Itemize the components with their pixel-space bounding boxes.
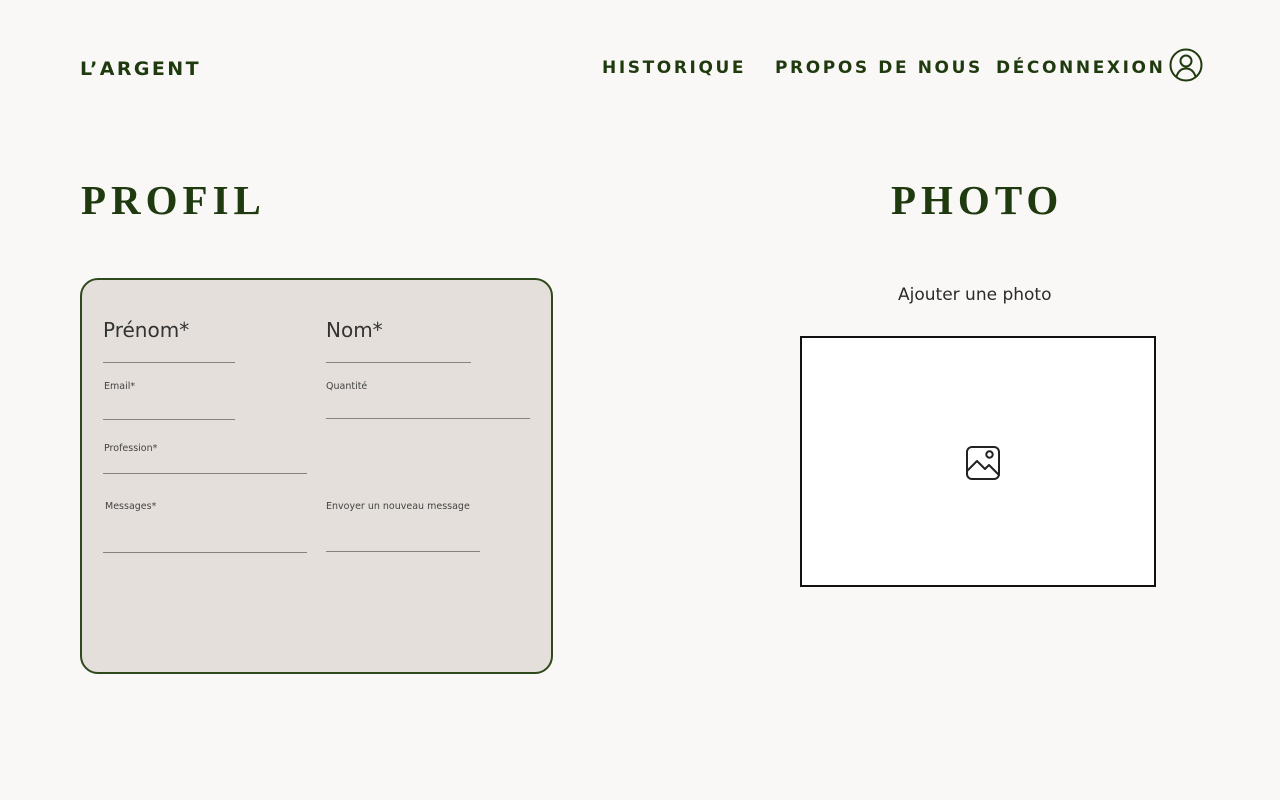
nav-link-deconnexion[interactable]: DÉCONNEXION xyxy=(996,58,1165,78)
new-message-field[interactable] xyxy=(326,551,480,552)
user-circle-icon xyxy=(1169,48,1203,82)
messages-field[interactable] xyxy=(103,552,307,553)
email-label: Email* xyxy=(104,381,136,392)
last-name-field[interactable] xyxy=(326,362,471,363)
nav-link-historique[interactable]: HISTORIQUE xyxy=(602,58,746,78)
profession-label: Profession* xyxy=(104,443,158,454)
add-photo-caption: Ajouter une photo xyxy=(898,285,1052,305)
brand-logo[interactable]: L’ARGENT xyxy=(80,58,201,80)
photo-title: PHOTO xyxy=(891,177,1064,223)
messages-label: Messages* xyxy=(105,501,157,512)
last-name-label: Nom* xyxy=(326,318,383,342)
profile-title: PROFIL xyxy=(81,177,266,223)
first-name-label: Prénom* xyxy=(103,318,190,342)
account-button[interactable] xyxy=(1169,48,1203,82)
photo-upload-area[interactable] xyxy=(800,336,1156,587)
email-field[interactable] xyxy=(103,419,235,420)
nav-link-propos-de-nous[interactable]: PROPOS DE NOUS xyxy=(775,58,983,78)
quantity-field[interactable] xyxy=(326,418,530,419)
quantity-label: Quantité xyxy=(326,381,368,392)
first-name-field[interactable] xyxy=(103,362,235,363)
image-icon xyxy=(965,445,1001,481)
profession-field[interactable] xyxy=(103,473,307,474)
new-message-label: Envoyer un nouveau message xyxy=(326,501,470,512)
profile-form-card: Prénom* Nom* Email* Quantité Profession*… xyxy=(80,278,553,674)
